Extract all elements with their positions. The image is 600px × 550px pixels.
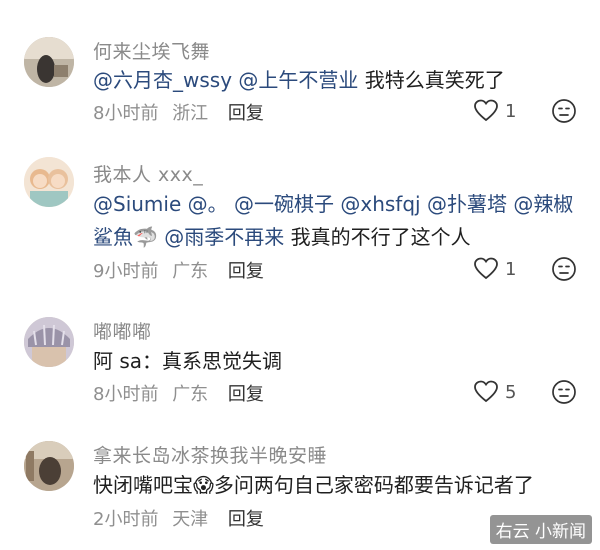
emoji-reaction-icon[interactable]	[551, 379, 577, 405]
comment-text-segment: 我特么真笑死了	[358, 68, 505, 92]
mention-link[interactable]: @雨季不再来	[164, 225, 284, 249]
avatar[interactable]	[24, 157, 74, 207]
crying-emoji-icon: 😱	[193, 473, 214, 497]
comment-text: @六月杏_wssy @上午不营业 我特么真笑死了	[93, 64, 583, 97]
emoji-reaction-icon[interactable]	[551, 98, 577, 124]
comment-text-segment: 阿 sa：真系思觉失调	[93, 349, 283, 373]
emoji-reaction-icon[interactable]	[551, 256, 577, 282]
username[interactable]: 我本人 xxx_	[93, 160, 203, 187]
comment-text-segment: 快闭嘴吧宝	[93, 473, 193, 497]
like-count: 1	[505, 100, 517, 122]
timestamp: 9小时前	[93, 261, 159, 282]
location: 天津	[172, 509, 209, 530]
mention-link[interactable]: @一碗棋子	[234, 192, 334, 216]
location: 广东	[172, 261, 209, 282]
heart-icon	[474, 99, 498, 122]
like-count: 5	[505, 381, 517, 403]
comment-text-segment: 我真的不行了这个人	[284, 225, 471, 249]
comment-meta: 9小时前 广东 回复	[93, 257, 264, 283]
mention-link[interactable]: @xhsfqj	[340, 192, 420, 216]
reply-button[interactable]: 回复	[228, 261, 264, 282]
mention-link[interactable]: @Siumie	[93, 192, 181, 216]
mention-link[interactable]: @六月杏_wssy	[93, 68, 232, 92]
comment-text: 快闭嘴吧宝😱多问两句自己家密码都要告诉记者了	[93, 469, 583, 502]
comment-text: 阿 sa：真系思觉失调	[93, 345, 583, 378]
like-button[interactable]: 1	[473, 99, 516, 123]
comment-text: @Siumie @。 @一碗棋子 @xhsfqj @扑薯塔 @辣椒鲨魚🦈 @雨季…	[93, 188, 583, 254]
location: 广东	[172, 384, 209, 405]
comment-meta: 8小时前 广东 回复	[93, 380, 264, 406]
comment-meta: 2小时前 天津 回复	[93, 505, 264, 531]
comment-meta: 8小时前 浙江 回复	[93, 99, 264, 125]
like-button[interactable]: 1	[473, 257, 516, 281]
avatar[interactable]	[24, 441, 74, 491]
username[interactable]: 嘟嘟嘟	[93, 317, 152, 344]
like-button[interactable]: 5	[473, 380, 516, 404]
timestamp: 8小时前	[93, 384, 159, 405]
timestamp: 8小时前	[93, 103, 159, 124]
comment-text-segment: 多问两句自己家密码都要告诉记者了	[213, 473, 534, 497]
reply-button[interactable]: 回复	[228, 103, 264, 124]
heart-icon	[474, 257, 498, 280]
watermark: 右云 小新闻	[489, 515, 592, 544]
mention-link[interactable]: @上午不营业	[238, 68, 358, 92]
username[interactable]: 拿来长岛冰茶换我半晚安睡	[93, 441, 327, 468]
reply-button[interactable]: 回复	[228, 509, 264, 530]
avatar[interactable]	[24, 317, 74, 367]
username[interactable]: 何来尘埃飞舞	[93, 37, 210, 64]
mention-link[interactable]: @。	[188, 192, 228, 216]
avatar[interactable]	[24, 37, 74, 87]
heart-icon	[474, 380, 498, 403]
mention-link[interactable]: @扑薯塔	[427, 192, 507, 216]
like-count: 1	[505, 258, 517, 280]
shark-icon: 🦈	[133, 225, 158, 249]
timestamp: 2小时前	[93, 509, 159, 530]
reply-button[interactable]: 回复	[228, 384, 264, 405]
location: 浙江	[172, 103, 209, 124]
